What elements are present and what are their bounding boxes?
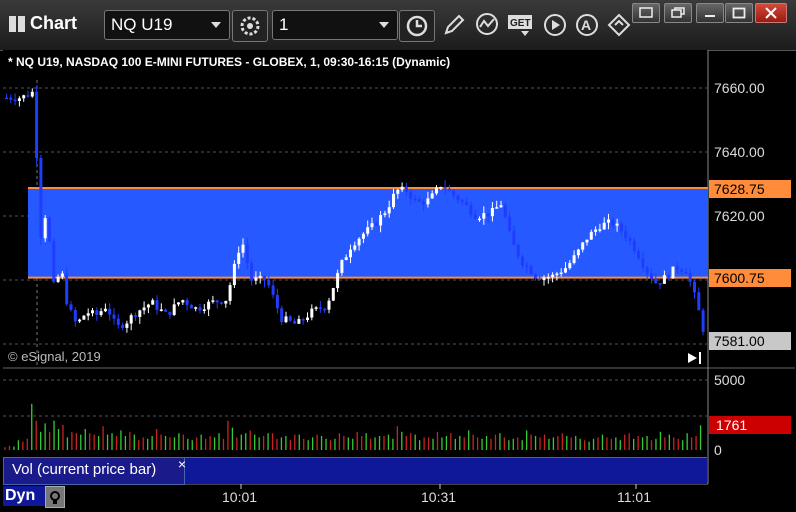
price-tick-label: 7620.00 [714,208,765,224]
lock-icon[interactable] [45,486,65,508]
candle [331,287,335,302]
band-bottom-label: 7600.75 [714,270,765,286]
last-price-label: 7581.00 [714,333,765,349]
volume-legend[interactable]: Vol (current price bar) × [3,456,186,485]
volume-tick-label: 5000 [714,372,745,388]
time-tick-label: 10:31 [421,489,456,505]
candle [39,154,43,245]
volume-legend-text: Vol (current price bar) [12,461,157,478]
candle [701,307,705,336]
copyright-text: © eSignal, 2019 [8,349,101,364]
chart-window: Chart NQ U19 1 GET A 7660.00 7640.00 762… [0,0,796,510]
candle [671,266,675,279]
price-tick-label: 7660.00 [714,80,765,96]
time-tick-label: 10:01 [222,489,257,505]
band-top-label: 7628.75 [714,181,765,197]
candle [35,85,39,165]
candle [43,215,47,243]
time-tick-label: 11:01 [617,489,651,505]
chart-header: * NQ U19, NASDAQ 100 E-MINI FUTURES - GL… [8,55,450,69]
dyn-label[interactable]: Dyn [3,486,45,506]
price-tick-label: 7640.00 [714,144,765,160]
candle [48,216,51,243]
candle [232,260,236,289]
price-chart[interactable]: 7660.00 7640.00 7620.00 5000 0 10:01 10:31 11:0… [0,0,796,510]
volume-tick-label: 0 [714,442,722,458]
candle [82,315,86,320]
legend-strip [185,457,707,484]
volume-value-label: 1761 [716,417,747,433]
candle [52,238,56,284]
dyn-text: Dyn [5,487,36,504]
